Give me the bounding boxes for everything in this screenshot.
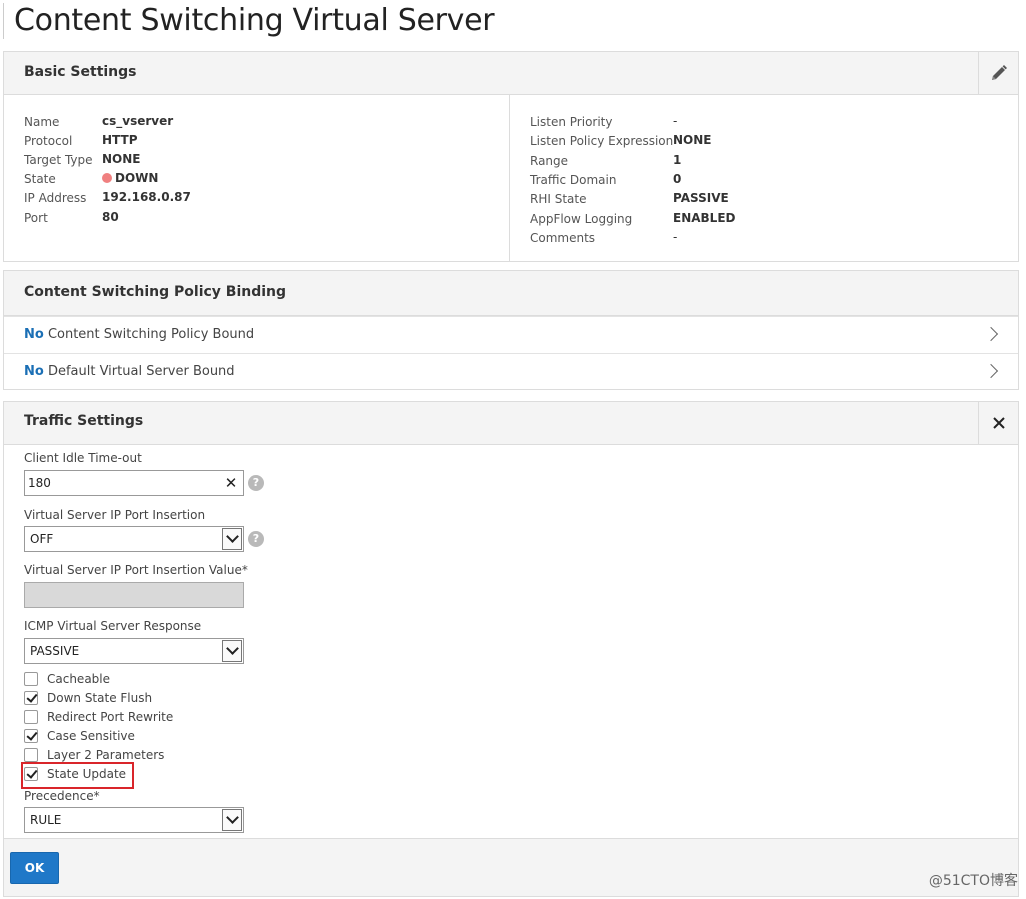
page-title: Content Switching Virtual Server [3, 3, 495, 39]
kv-value: 0 [673, 172, 682, 186]
pencil-icon [991, 65, 1007, 80]
close-icon [992, 417, 1005, 429]
checkbox-icon[interactable] [24, 672, 38, 686]
precedence-select[interactable]: RULE [24, 807, 244, 833]
close-button[interactable] [978, 402, 1018, 444]
port-insertion-select[interactable]: OFF [24, 526, 244, 552]
checkbox-label: Redirect Port Rewrite [47, 710, 174, 724]
default-vserver-prefix: No [24, 364, 44, 379]
precedence-value: RULE [30, 813, 62, 827]
kv-label: Traffic Domain [530, 173, 617, 187]
checkbox-icon[interactable] [24, 710, 38, 724]
kv-value: 192.168.0.87 [102, 190, 191, 204]
policy-binding-title: Content Switching Policy Binding [24, 284, 287, 300]
default-vserver-text: Default Virtual Server Bound [43, 364, 235, 379]
traffic-settings-header: Traffic Settings [4, 402, 1018, 445]
policy-binding-header: Content Switching Policy Binding [4, 271, 1018, 316]
icmp-response-select[interactable]: PASSIVE [24, 638, 244, 664]
kv-label: State [24, 172, 56, 186]
port-insertion-value: OFF [30, 532, 54, 546]
kv-value: - [673, 230, 678, 244]
kv-label: Port [24, 211, 48, 225]
kv-label: AppFlow Logging [530, 212, 633, 226]
kv-value: NONE [673, 133, 712, 147]
basic-settings-left-column: Name cs_vserver Protocol HTTP Target Typ… [4, 95, 510, 261]
kv-value: 80 [102, 210, 119, 224]
chevron-down-icon [222, 640, 242, 662]
kv-label: Target Type [24, 153, 93, 167]
traffic-settings-footer: OK [4, 838, 1018, 896]
basic-settings-panel: Basic Settings Name cs_vserver Protocol … [3, 51, 1019, 262]
checkbox-icon[interactable] [24, 748, 38, 762]
ok-button[interactable]: OK [10, 852, 59, 884]
state-down-icon [102, 173, 112, 183]
checkbox-label: Case Sensitive [47, 729, 135, 743]
state-value: DOWN [115, 171, 159, 185]
basic-settings-right-column: Listen Priority - Listen Policy Expressi… [510, 95, 1018, 261]
default-vserver-bound-row[interactable]: No Default Virtual Server Bound [4, 353, 1018, 390]
chevron-right-icon [983, 326, 999, 342]
help-icon[interactable]: ? [248, 475, 264, 491]
help-icon[interactable]: ? [248, 531, 264, 547]
watermark: @51CTO博客 [928, 873, 1018, 889]
idle-timeout-label: Client Idle Time-out [24, 451, 142, 465]
policy-bound-text: Content Switching Policy Bound [43, 327, 255, 342]
traffic-settings-panel: Traffic Settings Client Idle Time-out 18… [3, 401, 1019, 897]
kv-label: RHI State [530, 192, 587, 206]
kv-value: DOWN [102, 169, 158, 188]
kv-value: PASSIVE [673, 191, 729, 205]
kv-value: - [673, 114, 678, 128]
kv-value: cs_vserver [102, 114, 174, 128]
kv-label: IP Address [24, 191, 87, 205]
kv-label: Listen Policy Expression [530, 134, 674, 148]
port-insertion-value-label: Virtual Server IP Port Insertion Value* [24, 563, 248, 577]
kv-label: Range [530, 154, 569, 168]
kv-label: Protocol [24, 134, 73, 148]
basic-settings-title: Basic Settings [24, 64, 137, 80]
idle-timeout-input[interactable]: 180 [24, 470, 244, 496]
icmp-response-value: PASSIVE [30, 644, 80, 658]
kv-value: 1 [673, 153, 682, 167]
checkbox-icon[interactable] [24, 691, 38, 705]
idle-timeout-value: 180 [28, 476, 51, 490]
checkbox-label: Layer 2 Parameters [47, 748, 165, 762]
clear-icon[interactable]: ✕ [223, 475, 239, 491]
kv-label: Listen Priority [530, 115, 613, 129]
state-update-highlight [21, 762, 134, 789]
checkbox-icon[interactable] [24, 729, 38, 743]
port-insertion-label: Virtual Server IP Port Insertion [24, 508, 206, 522]
edit-button[interactable] [978, 52, 1018, 94]
policy-binding-panel: Content Switching Policy Binding No Cont… [3, 270, 1019, 390]
chevron-down-icon [222, 528, 242, 550]
kv-value: ENABLED [673, 211, 736, 225]
policy-bound-prefix: No [24, 327, 44, 342]
icmp-response-label: ICMP Virtual Server Response [24, 619, 202, 633]
policy-bound-row[interactable]: No Content Switching Policy Bound [4, 316, 1018, 353]
kv-value: NONE [102, 152, 141, 166]
chevron-down-icon [222, 809, 242, 831]
checkbox-label: Cacheable [47, 672, 111, 686]
kv-value: HTTP [102, 133, 138, 147]
traffic-settings-title: Traffic Settings [24, 413, 144, 429]
kv-label: Comments [530, 231, 596, 245]
precedence-label: Precedence* [24, 789, 100, 803]
checkbox-label: Down State Flush [47, 691, 153, 705]
port-insertion-value-input [24, 582, 244, 608]
kv-label: Name [24, 115, 60, 129]
basic-settings-header: Basic Settings [4, 52, 1018, 95]
chevron-right-icon [983, 363, 999, 379]
